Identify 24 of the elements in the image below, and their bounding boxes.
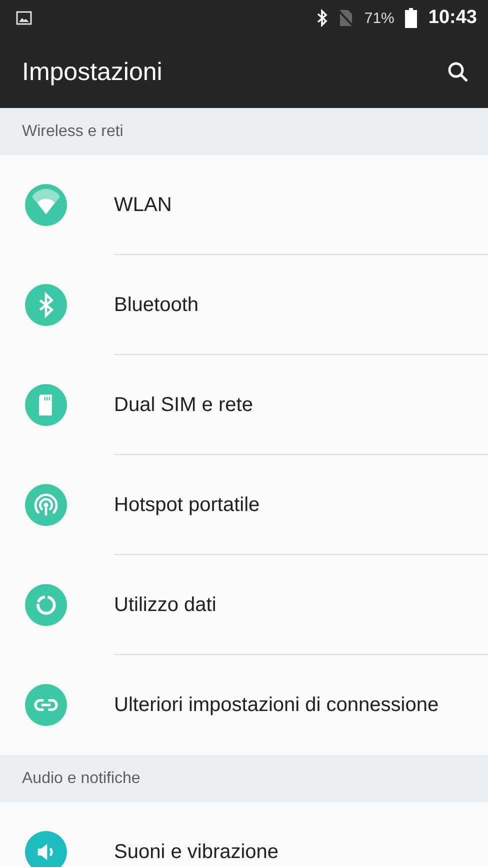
bluetooth-icon [316, 9, 328, 27]
battery-icon [405, 8, 418, 28]
settings-item[interactable]: Hotspot portatile [0, 455, 488, 555]
item-label: WLAN [114, 194, 172, 216]
settings-item[interactable]: Dual SIM e rete [0, 355, 488, 455]
section-header: Wireless e reti [0, 108, 488, 155]
item-label: Hotspot portatile [114, 494, 260, 516]
settings-item[interactable]: Ulteriori impostazioni di connessione [0, 655, 488, 755]
clock: 10:43 [428, 7, 477, 29]
page-title: Impostazioni [22, 58, 162, 86]
settings-item[interactable]: WLAN [0, 155, 488, 255]
settings-item[interactable]: Utilizzo dati [0, 555, 488, 655]
settings-item[interactable]: Suoni e vibrazione [0, 802, 488, 867]
item-label: Bluetooth [114, 294, 199, 316]
search-icon [446, 60, 470, 84]
settings-item[interactable]: Bluetooth [0, 255, 488, 355]
item-label: Suoni e vibrazione [114, 840, 279, 864]
battery-percentage: 71% [364, 10, 394, 26]
section-header: Audio e notifiche [0, 755, 488, 802]
image-icon [16, 11, 32, 25]
no-sim-icon [339, 9, 354, 27]
item-label: Utilizzo dati [114, 594, 216, 616]
item-label: Dual SIM e rete [114, 394, 253, 416]
item-label: Ulteriori impostazioni di connessione [114, 694, 439, 716]
